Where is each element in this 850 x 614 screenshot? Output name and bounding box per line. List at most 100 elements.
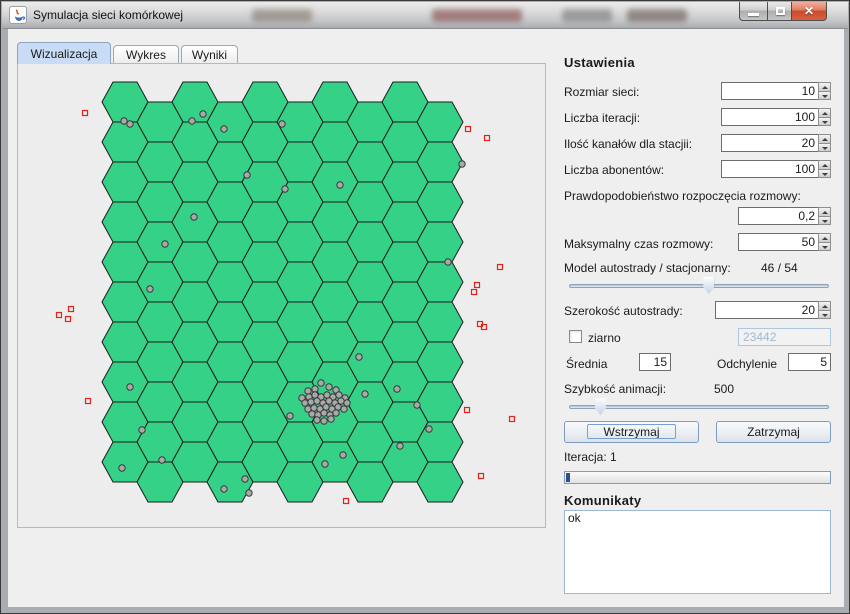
label-szerokosc-autostrady: Szerokość autostrady: xyxy=(564,304,683,318)
network-visualization-panel[interactable] xyxy=(17,63,546,528)
label-liczba-abonentow: Liczba abonentów: xyxy=(564,163,664,177)
spinner-maksymalny-czas[interactable]: 50 xyxy=(738,233,831,251)
spinner-up-icon[interactable] xyxy=(818,233,831,243)
spinner-down-icon[interactable] xyxy=(818,144,831,153)
iteration-progressbar xyxy=(564,471,831,484)
tab-wyniki[interactable]: Wyniki xyxy=(181,45,238,64)
subscriber-dot xyxy=(314,398,320,404)
subscriber-dot xyxy=(323,404,329,410)
progressbar-fill xyxy=(566,473,570,482)
titlebar[interactable]: Symulacja sieci komórkowej ✕ xyxy=(2,2,848,29)
tab-wykres[interactable]: Wykres xyxy=(113,45,179,64)
outside-marker xyxy=(466,127,471,132)
spinner-liczba-iteracji-value[interactable]: 100 xyxy=(721,108,818,126)
label-szybkosc-animacji: Szybkość animacji: xyxy=(564,382,666,396)
maximize-button[interactable] xyxy=(767,2,792,21)
spinner-rozmiar-sieci[interactable]: 10 xyxy=(721,82,831,100)
subscriber-dot xyxy=(312,392,318,398)
subscriber-dot xyxy=(459,161,465,167)
subscriber-dot xyxy=(324,392,330,398)
ziarno-seed-field[interactable]: 23442 xyxy=(738,328,831,346)
settings-heading: Ustawienia xyxy=(564,55,635,70)
slider-track[interactable] xyxy=(569,284,829,288)
spinner-prawdopodobienstwo-value[interactable]: 0,2 xyxy=(738,207,818,225)
subscriber-dot xyxy=(335,404,341,410)
label-rozmiar-sieci: Rozmiar sieci: xyxy=(564,85,639,99)
subscriber-dot xyxy=(200,111,206,117)
subscriber-dot xyxy=(344,400,350,406)
spinner-prawdopodobienstwo[interactable]: 0,2 xyxy=(738,207,831,225)
outside-marker xyxy=(475,283,480,288)
maximize-icon xyxy=(776,7,785,15)
close-icon: ✕ xyxy=(792,4,826,18)
subscriber-dot xyxy=(336,392,342,398)
minimize-button[interactable] xyxy=(739,2,767,21)
spinner-up-icon[interactable] xyxy=(818,301,831,311)
spinner-liczba-abonentow-value[interactable]: 100 xyxy=(721,160,818,178)
spinner-ilosc-kanalow[interactable]: 20 xyxy=(721,134,831,152)
slider-model-autostrady[interactable] xyxy=(569,277,829,295)
srednia-field[interactable]: 15 xyxy=(639,353,671,371)
subscriber-dot xyxy=(246,490,252,496)
spinner-down-icon[interactable] xyxy=(818,243,831,252)
spinner-rozmiar-sieci-value[interactable]: 10 xyxy=(721,82,818,100)
titlebar-artifact xyxy=(252,9,312,22)
subscriber-dot xyxy=(414,402,420,408)
slider-szybkosc-animacji[interactable] xyxy=(569,398,829,416)
java-app-icon xyxy=(9,6,27,24)
subscriber-dot xyxy=(162,241,168,247)
titlebar-artifact xyxy=(562,9,612,22)
outside-marker xyxy=(66,317,71,322)
spinner-maksymalny-czas-value[interactable]: 50 xyxy=(738,233,818,251)
outside-marker xyxy=(465,408,470,413)
spinner-down-icon[interactable] xyxy=(818,118,831,127)
spinner-liczba-abonentow[interactable]: 100 xyxy=(721,160,831,178)
subscriber-dot xyxy=(302,400,308,406)
spinner-down-icon[interactable] xyxy=(818,311,831,320)
subscriber-dot xyxy=(356,354,362,360)
spinner-up-icon[interactable] xyxy=(818,160,831,170)
subscriber-dot xyxy=(341,406,347,412)
subscriber-dot xyxy=(340,452,346,458)
zatrzymaj-button-label: Zatrzymaj xyxy=(747,425,800,439)
spinner-down-icon[interactable] xyxy=(818,217,831,226)
spinner-up-icon[interactable] xyxy=(818,207,831,217)
zatrzymaj-button[interactable]: Zatrzymaj xyxy=(716,421,831,443)
outside-marker xyxy=(485,136,490,141)
slider-thumb[interactable] xyxy=(703,277,714,294)
tab-wizualizacja[interactable]: Wizualizacja xyxy=(17,42,111,64)
outside-marker xyxy=(510,417,515,422)
subscriber-dot xyxy=(121,118,127,124)
ziarno-checkbox[interactable] xyxy=(569,330,582,343)
close-button[interactable]: ✕ xyxy=(792,2,827,21)
spinner-down-icon[interactable] xyxy=(818,92,831,101)
subscriber-dot xyxy=(308,399,314,405)
titlebar-artifact xyxy=(432,9,522,22)
subscriber-dot xyxy=(287,413,293,419)
messages-textarea[interactable]: ok xyxy=(564,510,831,594)
spinner-szerokosc-value[interactable]: 20 xyxy=(715,301,818,319)
slider-thumb[interactable] xyxy=(595,398,606,415)
iteration-label: Iteracja: 1 xyxy=(564,450,617,464)
spinner-szerokosc-autostrady[interactable]: 20 xyxy=(715,301,831,319)
subscriber-dot xyxy=(311,405,317,411)
subscriber-dot xyxy=(305,388,311,394)
outside-marker xyxy=(479,474,484,479)
spinner-liczba-iteracji[interactable]: 100 xyxy=(721,108,831,126)
spinner-up-icon[interactable] xyxy=(818,82,831,92)
subscriber-dot xyxy=(337,182,343,188)
spinner-ilosc-kanalow-value[interactable]: 20 xyxy=(721,134,818,152)
subscriber-dot xyxy=(326,384,332,390)
subscriber-dot xyxy=(321,418,327,424)
spinner-up-icon[interactable] xyxy=(818,134,831,144)
odchylenie-field[interactable]: 5 xyxy=(788,353,831,371)
subscriber-dot xyxy=(139,427,145,433)
wstrzymaj-button[interactable]: Wstrzymaj xyxy=(564,421,699,443)
spinner-down-icon[interactable] xyxy=(818,170,831,179)
outside-marker xyxy=(83,111,88,116)
client-area: Wizualizacja Wykres Wyniki Ustawienia Ro… xyxy=(8,29,844,607)
slider-track[interactable] xyxy=(569,405,829,409)
subscriber-dot xyxy=(318,380,324,386)
subscriber-dot xyxy=(321,410,327,416)
spinner-up-icon[interactable] xyxy=(818,108,831,118)
